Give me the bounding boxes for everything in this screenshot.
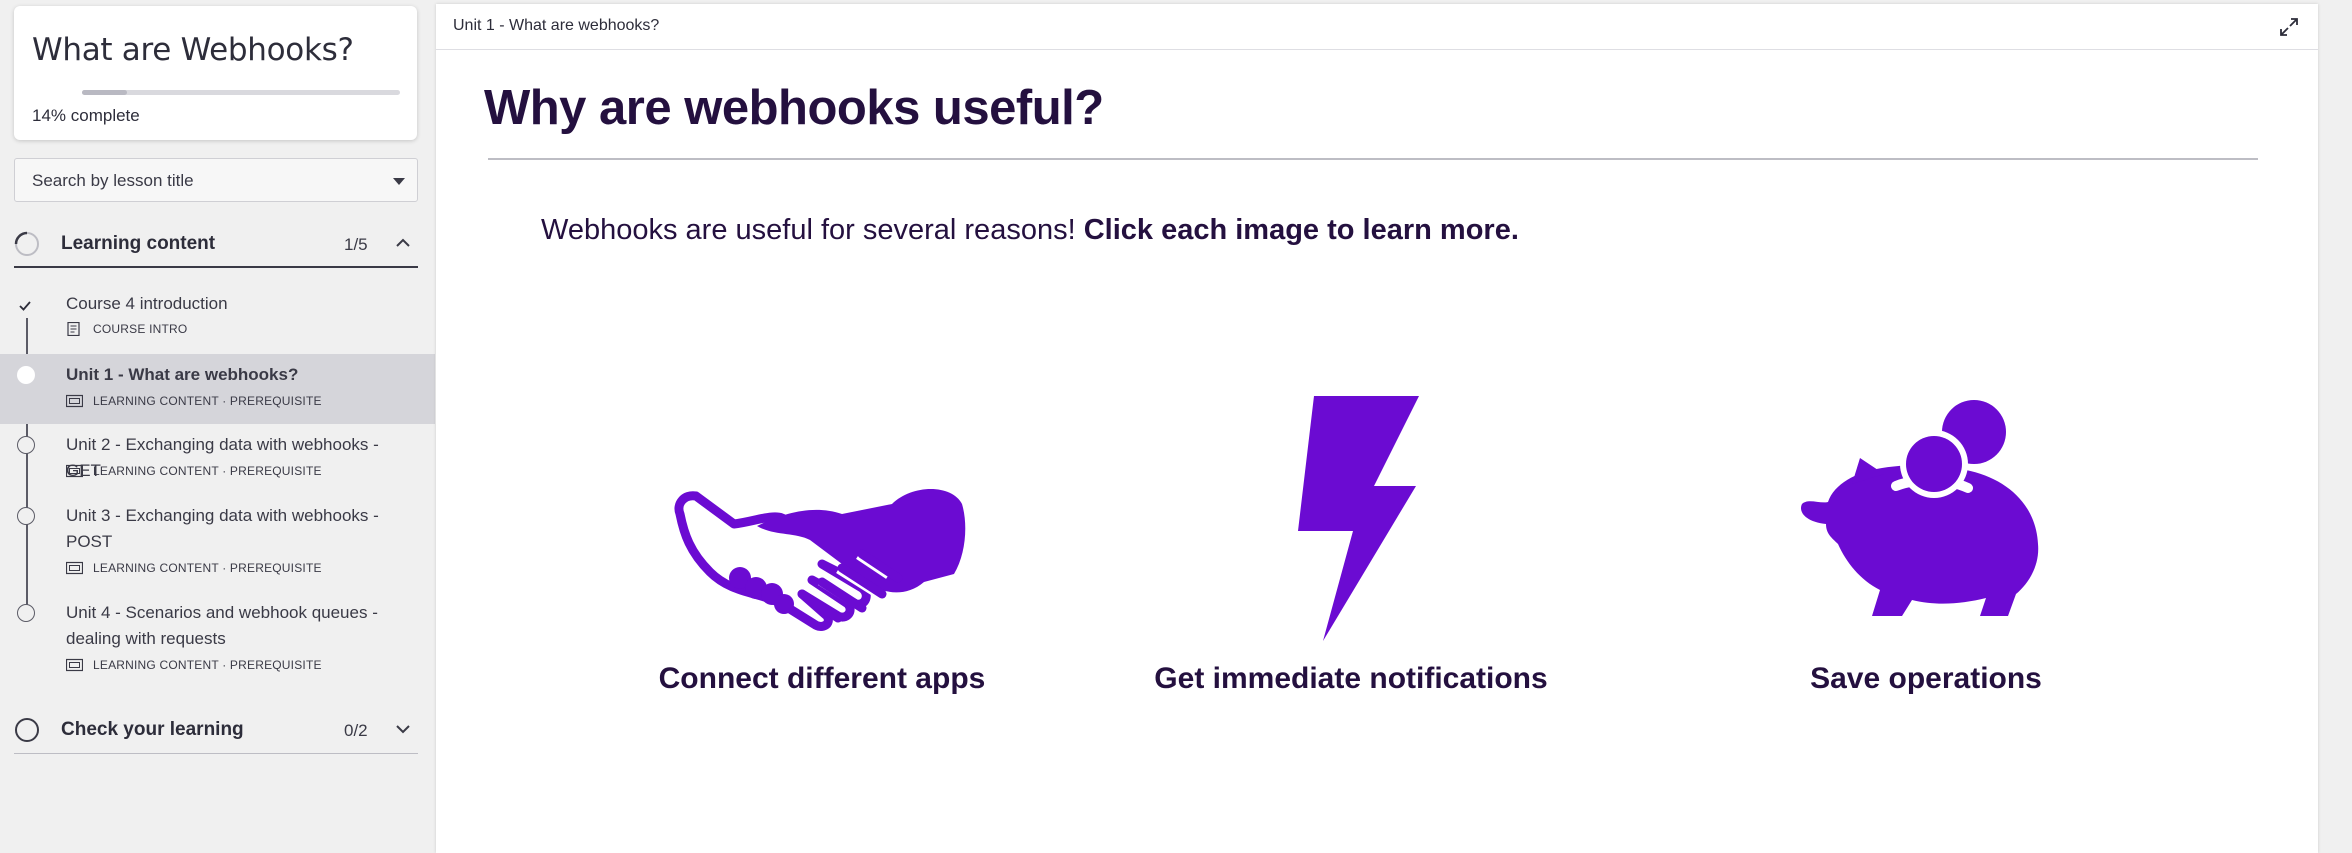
slides-icon: [66, 394, 83, 408]
lesson-item-course-intro[interactable]: Course 4 introduction COURSE INTRO: [0, 288, 435, 350]
chevron-down-icon[interactable]: [395, 721, 411, 737]
card-get-immediate-notifications[interactable]: Get immediate notifications: [1141, 384, 1561, 714]
not-started-circle-icon: [17, 604, 35, 622]
slides-icon: [66, 561, 83, 575]
piggy-bank-icon[interactable]: [1786, 394, 2066, 624]
lesson-meta: LEARNING CONTENT · PREREQUISITE: [66, 394, 322, 408]
card-label: Connect different apps: [658, 662, 986, 695]
lesson-item-unit-1[interactable]: Unit 1 - What are webhooks? LEARNING CON…: [0, 354, 435, 424]
expand-fullscreen-icon[interactable]: [2278, 16, 2300, 38]
current-lesson-dot-icon: [17, 366, 35, 384]
progress-bar: [82, 90, 400, 95]
card-label: Save operations: [1810, 662, 2042, 695]
lesson-meta: LEARNING CONTENT · PREREQUISITE: [66, 464, 322, 478]
title-divider: [488, 158, 2258, 160]
not-started-ring-icon: [15, 718, 39, 742]
document-icon: [67, 322, 80, 336]
lesson-item-unit-4[interactable]: Unit 4 - Scenarios and webhook queues - …: [0, 600, 435, 680]
not-started-circle-icon: [17, 436, 35, 454]
progress-bar-fill: [82, 90, 127, 95]
intro-text: Webhooks are useful for several reasons!…: [541, 214, 1519, 246]
dropdown-caret-icon: [393, 178, 405, 185]
section-count: 1/5: [344, 235, 368, 254]
section-label: Learning content: [61, 233, 216, 254]
lesson-title: Unit 4 - Scenarios and webhook queues - …: [66, 603, 378, 648]
course-title: What are Webhooks?: [32, 32, 354, 68]
section-learning-content[interactable]: Learning content 1/5: [14, 218, 418, 268]
slides-icon: [66, 658, 83, 672]
lesson-title: Unit 1 - What are webhooks?: [66, 365, 299, 384]
course-progress-card: What are Webhooks? 14% complete: [14, 6, 417, 140]
page-title: Why are webhooks useful?: [484, 81, 1104, 135]
lesson-meta: LEARNING CONTENT · PREREQUISITE: [66, 658, 322, 672]
card-connect-different-apps[interactable]: Connect different apps: [612, 384, 1032, 714]
lesson-title: Unit 3 - Exchanging data with webhooks -…: [66, 506, 379, 551]
not-started-circle-icon: [17, 507, 35, 525]
lesson-meta: LEARNING CONTENT · PREREQUISITE: [66, 561, 322, 575]
course-sidebar: What are Webhooks? 14% complete Search b…: [0, 0, 435, 853]
lesson-search-select[interactable]: Search by lesson title: [14, 158, 418, 202]
lesson-item-unit-3[interactable]: Unit 3 - Exchanging data with webhooks -…: [0, 503, 435, 583]
card-label: Get immediate notifications: [1154, 662, 1548, 695]
lightning-bolt-icon[interactable]: [1271, 396, 1431, 646]
checkmark-icon: [19, 301, 31, 311]
lesson-meta: COURSE INTRO: [66, 322, 187, 336]
lesson-title: Course 4 introduction: [66, 294, 228, 313]
lesson-item-unit-2[interactable]: Unit 2 - Exchanging data with webhooks -…: [0, 432, 435, 490]
section-check-your-learning[interactable]: Check your learning 0/2: [14, 704, 418, 754]
lesson-content-panel: Unit 1 - What are webhooks? Why are webh…: [436, 4, 2318, 853]
content-topbar: Unit 1 - What are webhooks?: [436, 4, 2318, 50]
search-placeholder: Search by lesson title: [32, 171, 194, 190]
in-progress-ring-icon: [14, 231, 39, 256]
slides-icon: [66, 464, 83, 478]
handshake-icon[interactable]: [662, 444, 982, 644]
section-label: Check your learning: [61, 719, 244, 740]
card-save-operations[interactable]: Save operations: [1716, 384, 2136, 714]
chevron-up-icon[interactable]: [395, 235, 411, 251]
progress-text: 14% complete: [32, 106, 140, 125]
section-count: 0/2: [344, 721, 368, 740]
breadcrumb: Unit 1 - What are webhooks?: [453, 17, 660, 34]
